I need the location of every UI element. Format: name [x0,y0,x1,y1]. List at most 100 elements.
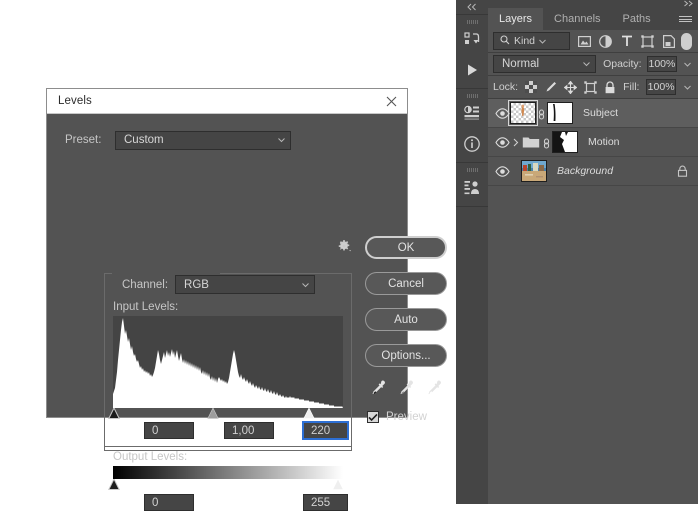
dialog-titlebar: Levels [47,89,407,114]
tab-paths[interactable]: Paths [612,8,662,30]
dock-group-history [456,14,488,89]
table-row[interactable]: Subject [488,99,698,128]
filter-enable-toggle[interactable] [681,32,692,50]
layer-name: Background [557,165,614,177]
history-actions-icon[interactable] [456,25,488,55]
input-white-field[interactable]: 220 [302,421,349,440]
dialog-title: Levels [58,95,92,107]
input-black-point-slider[interactable] [108,408,120,419]
dock-group-adjustments [456,89,488,163]
layer-filter-row: Kind [488,30,698,53]
blend-mode-row: Normal Opacity: 100% [488,53,698,76]
preview-label: Preview [386,411,427,423]
channel-select[interactable]: RGB [175,275,316,294]
dock-drag-handle[interactable] [456,92,488,99]
chevron-down-icon [539,38,546,45]
filter-type-icons [578,34,675,48]
lock-label: Lock: [493,81,519,93]
histogram [113,316,343,408]
adjustments-icon[interactable] [456,99,488,129]
layer-name: Motion [588,136,620,148]
lock-all-icon[interactable] [604,80,616,94]
preview-checkbox[interactable] [367,411,379,423]
ok-button[interactable]: OK [365,236,447,259]
table-row[interactable]: Motion [488,128,698,157]
dialog-button-column: OK Cancel Auto Options... [365,236,447,380]
tab-layers[interactable]: Layers [488,8,544,30]
cancel-button[interactable]: Cancel [365,272,447,295]
lock-row: Lock: Fill: 100% [488,76,698,99]
input-gamma-field[interactable]: 1,00 [224,422,274,439]
opacity-label: Opacity: [603,58,642,70]
group-mask-thumbnail[interactable] [552,131,578,153]
photoshop-screen: Levels Preset: Custom Channel: RGB Input… [0,0,698,511]
lock-image-pixels-icon[interactable] [544,81,557,94]
group-folder-icon[interactable] [521,131,541,153]
search-kind-icon [500,34,510,48]
layer-mask-link-icon[interactable] [536,105,547,121]
layer-visibility-eye-icon[interactable] [494,134,510,150]
filter-kind-label: Kind [514,35,536,47]
chevron-down-icon [302,281,309,288]
fill-field[interactable]: 100% [646,79,676,95]
eyedropper-white-point-icon[interactable] [425,379,443,397]
table-row[interactable]: Background [488,157,698,186]
group-expand-chevron-right-icon[interactable] [510,138,521,147]
layer-visibility-eye-icon[interactable] [494,105,510,121]
lock-artboard-nesting-icon[interactable] [584,80,597,94]
filter-type-layers-icon[interactable] [620,35,633,48]
transparent-pixel-thumbnail[interactable] [508,100,538,126]
filter-shape-layers-icon[interactable] [641,34,654,48]
options-button[interactable]: Options... [365,344,447,367]
input-white-point-slider[interactable] [303,408,315,419]
filter-pixel-layers-icon[interactable] [578,35,591,48]
filter-adjustment-layers-icon[interactable] [599,34,612,48]
tab-channels[interactable]: Channels [543,8,611,30]
lock-transparent-pixels-icon[interactable] [525,81,538,94]
filter-smart-object-icon[interactable] [662,34,675,48]
blend-mode-select[interactable]: Normal [493,55,597,73]
blend-mode-value: Normal [502,58,540,70]
preset-value: Custom [124,134,164,146]
preset-options-gear-icon[interactable] [334,238,354,254]
fill-chevron-down-icon[interactable] [683,79,693,95]
dock-drag-handle[interactable] [456,18,488,25]
info-icon[interactable] [456,129,488,159]
layer-mask-thumbnail[interactable] [547,102,573,124]
eyedropper-black-point-icon[interactable] [369,379,387,397]
input-gamma-slider[interactable] [207,408,219,419]
opacity-field[interactable]: 100% [646,56,678,72]
input-levels-label: Input Levels: [113,301,179,313]
lock-position-icon[interactable] [564,80,578,94]
output-levels-gradient [113,466,343,479]
play-action-icon[interactable] [456,55,488,85]
eyedropper-gray-point-icon[interactable] [397,379,415,397]
layer-locked-icon [676,165,688,177]
dock-drag-handle[interactable] [456,166,488,173]
preset-select[interactable]: Custom [115,130,291,150]
output-levels-label: Output Levels: [113,451,188,463]
output-white-point-slider[interactable] [332,479,344,490]
layer-mask-link-icon[interactable] [541,134,552,150]
collapse-double-chevron-left-icon[interactable] [456,0,488,14]
input-black-field[interactable]: 0 [144,422,194,439]
eyedropper-row [369,377,443,399]
levels-divider [105,446,351,447]
preview-checkbox-row[interactable]: Preview [367,411,427,423]
output-white-field[interactable]: 255 [303,494,348,511]
output-black-field[interactable]: 0 [144,494,194,511]
filter-kind-select[interactable]: Kind [493,32,570,50]
layer-visibility-eye-icon[interactable] [494,163,510,179]
input-levels-slider-track [108,408,343,420]
libraries-icon[interactable] [456,173,488,203]
panel-menu-icon[interactable] [679,8,692,30]
channel-row: Channel: RGB [122,275,316,294]
auto-button[interactable]: Auto [365,308,447,331]
output-black-point-slider[interactable] [108,479,120,490]
close-icon[interactable] [383,93,399,109]
opacity-chevron-down-icon[interactable] [682,56,693,72]
photo-thumbnail[interactable] [521,160,547,182]
channel-label: Channel: [122,278,169,291]
panel-tabs: Layers Channels Paths [488,8,698,30]
preset-label: Preset: [65,134,102,146]
